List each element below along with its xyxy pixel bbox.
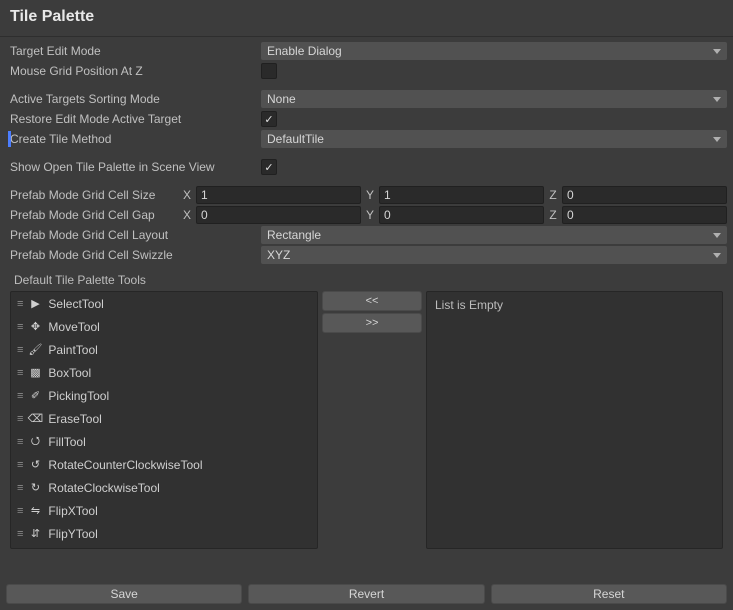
select-value: DefaultTile	[267, 130, 324, 148]
tool-name: PaintTool	[48, 343, 97, 357]
tool-item[interactable]: ≡ ⇵ FlipYTool	[11, 522, 317, 545]
axis-x-label: X	[182, 188, 192, 202]
drag-handle-icon[interactable]: ≡	[17, 390, 22, 402]
axis-x-label: X	[182, 208, 192, 222]
label-prefab-cell-size: Prefab Mode Grid Cell Size	[6, 188, 182, 202]
flipx-icon: ⇋	[28, 504, 42, 517]
tool-item[interactable]: ≡ ⭯ FillTool	[11, 430, 317, 453]
tool-name: FillTool	[48, 435, 85, 449]
target-edit-mode-select[interactable]: Enable Dialog	[261, 42, 727, 60]
drag-handle-icon[interactable]: ≡	[17, 436, 22, 448]
tool-item[interactable]: ≡ ✐ PickingTool	[11, 384, 317, 407]
move-right-button[interactable]: >>	[322, 313, 422, 333]
label-create-tile-method: Create Tile Method	[6, 132, 261, 146]
tool-name: PickingTool	[48, 389, 109, 403]
drag-handle-icon[interactable]: ≡	[17, 367, 22, 379]
select-value: Enable Dialog	[267, 42, 342, 60]
drag-handle-icon[interactable]: ≡	[17, 321, 22, 333]
available-tools-list[interactable]: List is Empty	[426, 291, 723, 549]
tool-name: RotateClockwiseTool	[48, 481, 159, 495]
rotcw-icon: ↻	[28, 481, 42, 494]
fill-icon: ⭯	[28, 432, 42, 451]
erase-icon: ⌫	[28, 412, 42, 425]
save-button[interactable]: Save	[6, 584, 242, 604]
create-tile-method-select[interactable]: DefaultTile	[261, 130, 727, 148]
mouse-grid-z-checkbox[interactable]	[261, 63, 277, 79]
tool-item[interactable]: ≡ ↻ RotateClockwiseTool	[11, 476, 317, 499]
empty-list-text: List is Empty	[435, 298, 503, 312]
tool-name: MoveTool	[48, 320, 99, 334]
drag-handle-icon[interactable]: ≡	[17, 482, 22, 494]
chevron-down-icon	[713, 137, 721, 142]
tool-item[interactable]: ≡ 🖌 PaintTool	[11, 338, 317, 361]
select-value: XYZ	[267, 246, 290, 264]
tool-item[interactable]: ≡ ⇋ FlipXTool	[11, 499, 317, 522]
tool-name: FlipXTool	[48, 504, 97, 518]
move-left-button[interactable]: <<	[322, 291, 422, 311]
cell-gap-z-input[interactable]	[562, 206, 727, 224]
label-prefab-cell-gap: Prefab Mode Grid Cell Gap	[6, 208, 182, 222]
revert-button[interactable]: Revert	[248, 584, 484, 604]
restore-edit-target-checkbox[interactable]: ✓	[261, 111, 277, 127]
reset-button[interactable]: Reset	[491, 584, 727, 604]
move-icon: ✥	[28, 320, 42, 333]
select-icon: ▶	[28, 297, 42, 310]
tool-item[interactable]: ≡ ⌫ EraseTool	[11, 407, 317, 430]
drag-handle-icon[interactable]: ≡	[17, 344, 22, 356]
tool-item[interactable]: ≡ ↺ RotateCounterClockwiseTool	[11, 453, 317, 476]
override-indicator	[8, 131, 11, 147]
chevron-down-icon	[713, 97, 721, 102]
cell-size-z-input[interactable]	[562, 186, 727, 204]
axis-z-label: Z	[548, 208, 558, 222]
label-prefab-cell-swizzle: Prefab Mode Grid Cell Swizzle	[6, 248, 261, 262]
label-target-edit-mode: Target Edit Mode	[6, 44, 261, 58]
chevron-down-icon	[713, 253, 721, 258]
tool-name: FlipYTool	[48, 527, 97, 541]
tool-name: RotateCounterClockwiseTool	[48, 458, 202, 472]
label-restore-edit-target: Restore Edit Mode Active Target	[6, 112, 261, 126]
chevron-down-icon	[713, 233, 721, 238]
page-title: Tile Palette	[0, 0, 733, 37]
label-default-tools: Default Tile Palette Tools	[6, 265, 727, 291]
cell-size-y-input[interactable]	[379, 186, 544, 204]
prefab-cell-swizzle-select[interactable]: XYZ	[261, 246, 727, 264]
select-value: Rectangle	[267, 226, 321, 244]
tool-name: SelectTool	[48, 297, 103, 311]
axis-y-label: Y	[365, 208, 375, 222]
tool-item[interactable]: ≡ ✥ MoveTool	[11, 315, 317, 338]
drag-handle-icon[interactable]: ≡	[17, 413, 22, 425]
select-value: None	[267, 90, 296, 108]
label-mouse-grid-z: Mouse Grid Position At Z	[6, 64, 261, 78]
tool-item[interactable]: ≡ ▩ BoxTool	[11, 361, 317, 384]
active-targets-sort-select[interactable]: None	[261, 90, 727, 108]
show-open-palette-checkbox[interactable]: ✓	[261, 159, 277, 175]
label-show-open-palette: Show Open Tile Palette in Scene View	[6, 160, 261, 174]
drag-handle-icon[interactable]: ≡	[17, 298, 22, 310]
axis-z-label: Z	[548, 188, 558, 202]
default-tools-list[interactable]: ≡ ▶ SelectTool ≡ ✥ MoveTool ≡ 🖌 PaintTool ≡ ▩ BoxTo…	[10, 291, 318, 549]
cell-size-x-input[interactable]	[196, 186, 361, 204]
tool-item[interactable]: ≡ ▶ SelectTool	[11, 292, 317, 315]
chevron-down-icon	[713, 49, 721, 54]
drag-handle-icon[interactable]: ≡	[17, 505, 22, 517]
prefab-cell-layout-select[interactable]: Rectangle	[261, 226, 727, 244]
paint-icon: 🖌	[28, 343, 42, 356]
tool-name: EraseTool	[48, 412, 101, 426]
rotccw-icon: ↺	[28, 458, 42, 471]
pick-icon: ✐	[28, 389, 42, 402]
box-icon: ▩	[28, 366, 42, 379]
cell-gap-x-input[interactable]	[196, 206, 361, 224]
cell-gap-y-input[interactable]	[379, 206, 544, 224]
axis-y-label: Y	[365, 188, 375, 202]
drag-handle-icon[interactable]: ≡	[17, 459, 22, 471]
label-active-targets-sort: Active Targets Sorting Mode	[6, 92, 261, 106]
drag-handle-icon[interactable]: ≡	[17, 528, 22, 540]
flipy-icon: ⇵	[28, 527, 42, 540]
label-prefab-cell-layout: Prefab Mode Grid Cell Layout	[6, 228, 261, 242]
tool-name: BoxTool	[48, 366, 91, 380]
